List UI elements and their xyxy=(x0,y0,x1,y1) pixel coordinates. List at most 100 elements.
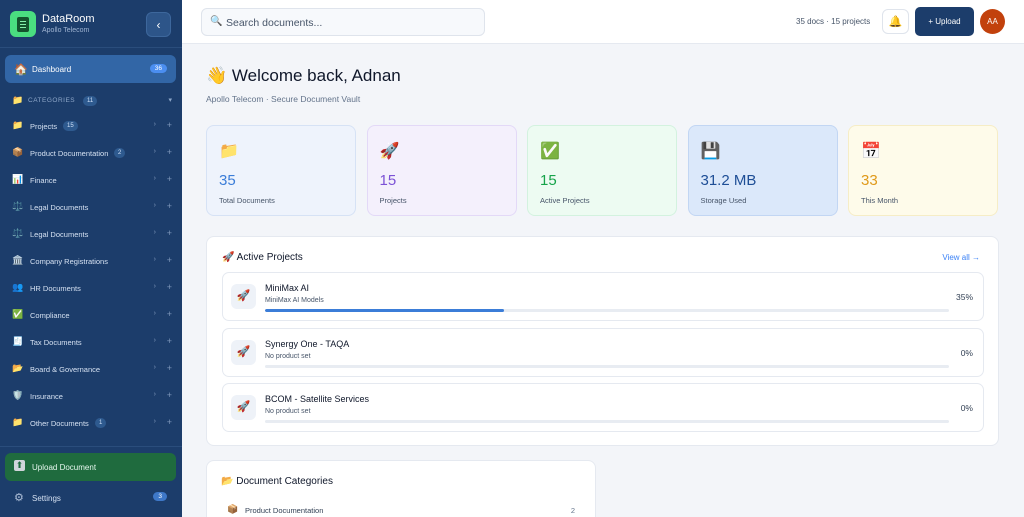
add-icon[interactable]: + xyxy=(167,120,172,130)
stat-card[interactable]: 💾 31.2 MB Storage Used xyxy=(687,125,838,216)
chevron-right-icon[interactable]: › xyxy=(154,229,156,236)
folder-icon: 📁 xyxy=(12,95,24,105)
sidebar-item-label: Other Documents xyxy=(30,419,89,428)
stat-card[interactable]: 📁 35 Total Documents xyxy=(206,125,356,216)
project-row[interactable]: 🚀 BCOM - Satellite Services No product set… xyxy=(222,383,984,432)
chevron-right-icon[interactable]: › xyxy=(154,283,156,290)
stat-label: Projects xyxy=(379,196,407,205)
stat-card[interactable]: 📅 33 This Month xyxy=(848,125,998,216)
sidebar-item-settings[interactable]: ⚙ Settings 3 xyxy=(5,487,176,509)
project-subtitle: MiniMax AI Models xyxy=(265,297,324,304)
panel-title: 📂 Document Categories xyxy=(221,476,333,487)
project-name: MiniMax AI xyxy=(265,283,310,293)
upload-button[interactable]: + Upload xyxy=(915,7,974,36)
dataroom-logo-icon xyxy=(10,11,36,37)
upload-document-button[interactable]: ⬆ Upload Document xyxy=(5,453,176,481)
floppy-disk-icon: 💾 xyxy=(700,143,721,160)
chevron-right-icon[interactable]: › xyxy=(154,337,156,344)
project-row[interactable]: 🚀 Synergy One - TAQA No product set 0% xyxy=(222,327,984,377)
chevron-right-icon[interactable]: › xyxy=(154,364,156,371)
search-input[interactable] xyxy=(226,14,476,32)
add-icon[interactable]: + xyxy=(167,363,172,373)
progress-bar xyxy=(265,364,949,368)
sidebar-item-label: Projects xyxy=(30,122,58,131)
page-subtitle: Apollo Telecom · Secure Document Vault xyxy=(206,94,361,104)
sidebar-item-category[interactable]: 📊 Finance › + xyxy=(12,174,174,188)
collapse-sidebar-button[interactable]: ‹ xyxy=(146,12,171,37)
sidebar-item-category[interactable]: ⚖️ Legal Documents › + xyxy=(12,228,174,242)
view-all-link[interactable]: View all → xyxy=(942,253,980,262)
stat-card[interactable]: 🚀 15 Projects xyxy=(366,125,517,216)
stat-label: Active Projects xyxy=(540,196,590,205)
open-folder-icon: 📂 xyxy=(12,363,24,373)
stat-card[interactable]: ✅ 15 Active Projects xyxy=(527,125,677,216)
add-icon[interactable]: + xyxy=(167,336,172,346)
sidebar-item-category[interactable]: 🧾 Tax Documents › + xyxy=(12,336,174,350)
stat-value: 35 xyxy=(219,172,236,189)
folder-icon: 📁 xyxy=(12,417,24,427)
bell-icon: 🔔 xyxy=(888,16,903,28)
sidebar-item-dashboard[interactable]: 🏠 Dashboard 36 xyxy=(5,55,176,83)
sidebar-item-label: Insurance xyxy=(30,392,63,401)
sidebar-item-category[interactable]: 🏛️ Company Registrations › + xyxy=(12,255,174,269)
chevron-right-icon[interactable]: › xyxy=(154,202,156,209)
sidebar-item-category[interactable]: 📁 Projects 15 › + xyxy=(12,120,174,134)
category-row-count: 2 xyxy=(570,506,575,515)
sidebar-item-category[interactable]: 👥 HR Documents › + xyxy=(12,282,174,296)
sidebar-item-label: Legal Documents xyxy=(30,230,89,239)
project-row[interactable]: 🚀 MiniMax AI MiniMax AI Models 35% xyxy=(222,272,984,321)
sidebar-item-category[interactable]: 📁 Other Documents 1 › + xyxy=(12,417,174,431)
sidebar-item-label: Product Documentation xyxy=(30,149,109,158)
shield-icon: 🛡️ xyxy=(12,390,24,400)
count-badge: 11 xyxy=(83,96,98,106)
add-icon[interactable]: + xyxy=(167,417,172,427)
sidebar-item-label: Dashboard xyxy=(32,65,72,74)
upload-icon: ⬆ xyxy=(14,460,25,471)
notifications-button[interactable]: 🔔 xyxy=(882,9,909,34)
chevron-right-icon[interactable]: › xyxy=(154,310,156,317)
sidebar-item-category[interactable]: ✅ Compliance › + xyxy=(12,309,174,323)
add-icon[interactable]: + xyxy=(167,390,172,400)
search-box[interactable]: 🔍 xyxy=(201,8,485,36)
scales-icon: ⚖️ xyxy=(12,201,24,211)
sidebar-item-label: Finance xyxy=(30,176,57,185)
chevron-right-icon[interactable]: › xyxy=(154,418,156,425)
chevron-right-icon[interactable]: › xyxy=(154,175,156,182)
category-row-label[interactable]: Product Documentation xyxy=(245,506,323,515)
add-icon[interactable]: + xyxy=(167,201,172,211)
avatar[interactable]: AA xyxy=(980,9,1005,34)
categories-header[interactable]: 📁 CATEGORIES 11 ▾ xyxy=(12,95,172,107)
project-name: Synergy One - TAQA xyxy=(265,338,350,349)
chevron-right-icon[interactable]: › xyxy=(154,148,156,155)
chevron-right-icon[interactable]: › xyxy=(154,391,156,398)
stat-value: 31.2 MB xyxy=(700,172,757,189)
sidebar-item-category[interactable]: 📦 Product Documentation 2 › + xyxy=(12,147,174,161)
brand-name: DataRoom xyxy=(42,13,95,25)
chart-icon: 📊 xyxy=(12,174,24,184)
add-icon[interactable]: + xyxy=(167,255,172,265)
sidebar-item-category[interactable]: ⚖️ Legal Documents › + xyxy=(12,201,174,215)
sidebar-item-label: Tax Documents xyxy=(30,338,82,347)
settings-label: Settings xyxy=(32,494,61,503)
rocket-icon: 🚀 xyxy=(231,284,256,309)
progress-bar xyxy=(265,309,949,312)
chevron-right-icon[interactable]: › xyxy=(154,121,156,128)
count-badge: 1 xyxy=(95,418,107,428)
progress-percent: 35% xyxy=(955,292,973,302)
add-icon[interactable]: + xyxy=(167,174,172,184)
project-subtitle: No product set xyxy=(265,352,311,360)
folder-icon: 📁 xyxy=(219,143,239,160)
add-icon[interactable]: + xyxy=(167,228,172,238)
check-icon: ✅ xyxy=(12,309,24,319)
add-icon[interactable]: + xyxy=(167,309,172,319)
document-categories-panel: 📂 Document Categories 📦 Product Document… xyxy=(206,460,596,517)
sidebar-item-label: HR Documents xyxy=(30,284,81,293)
sidebar-item-category[interactable]: 📂 Board & Governance › + xyxy=(12,363,174,377)
sidebar-item-category[interactable]: 🛡️ Insurance › + xyxy=(12,390,174,404)
chevron-right-icon[interactable]: › xyxy=(154,256,156,263)
chevron-left-icon: ‹ xyxy=(156,17,161,32)
count-badge: 3 xyxy=(153,492,167,501)
add-icon[interactable]: + xyxy=(167,282,172,292)
add-icon[interactable]: + xyxy=(167,147,172,157)
topbar: 🔍 35 docs · 15 projects 🔔 + Upload AA xyxy=(182,0,1024,44)
